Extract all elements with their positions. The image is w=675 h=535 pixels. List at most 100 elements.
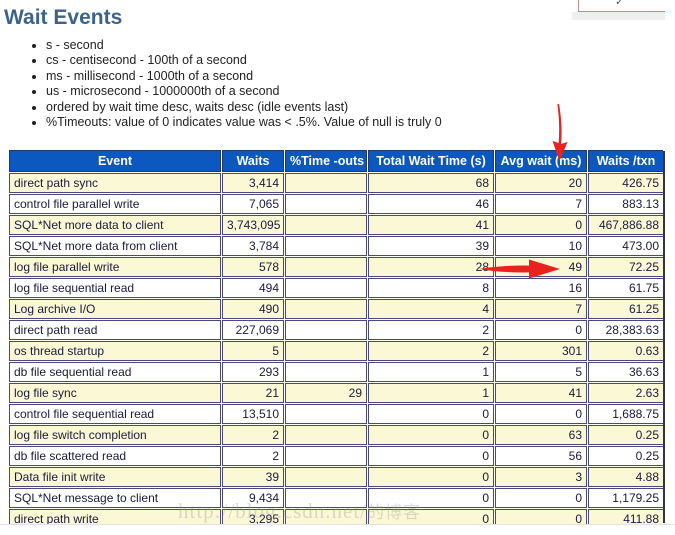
- cell-event: control file parallel write: [9, 194, 221, 214]
- column-header[interactable]: Event: [9, 150, 221, 172]
- cell-event: log file switch completion: [9, 425, 221, 445]
- cell-event: SQL*Net more data from client: [9, 236, 221, 256]
- cell-avg_wait: 0: [495, 320, 587, 340]
- legend-item: cs - centisecond - 100th of a second: [46, 53, 663, 68]
- cell-event: SQL*Net message to client: [9, 488, 221, 508]
- cell-waits_txn: 467,886.88: [588, 215, 663, 235]
- cell-waits: 3,414: [222, 173, 284, 193]
- wait-events-table-container: Event Waits %Time -outs Total Wait Time (s)…: [8, 149, 663, 530]
- cell-timeouts: [285, 236, 367, 256]
- cell-avg_wait: 3: [495, 467, 587, 487]
- cell-waits_txn: 473.00: [588, 236, 663, 256]
- cell-total_wait: 0: [368, 404, 494, 424]
- cell-total_wait: 0: [368, 488, 494, 508]
- cell-event: log file parallel write: [9, 257, 221, 277]
- legend-item: s - second: [46, 38, 663, 53]
- cell-event: log file sequential read: [9, 278, 221, 298]
- cell-total_wait: 68: [368, 173, 494, 193]
- table-header-row: Event Waits %Time -outs Total Wait Time (s)…: [9, 150, 663, 172]
- cell-waits: 494: [222, 278, 284, 298]
- cell-waits_txn: 72.25: [588, 257, 663, 277]
- cell-timeouts: 29: [285, 383, 367, 403]
- table-row: log file switch completion 2 0 63 0.25: [9, 425, 663, 445]
- wait-events-table: Event Waits %Time -outs Total Wait Time (s)…: [8, 149, 663, 530]
- cell-waits_txn: 61.75: [588, 278, 663, 298]
- cell-avg_wait: 49: [495, 257, 587, 277]
- table-row: SQL*Net more data from client 3,784 39 10 47…: [9, 236, 663, 256]
- cell-total_wait: 2: [368, 341, 494, 361]
- cell-timeouts: [285, 215, 367, 235]
- cell-waits_txn: 426.75: [588, 173, 663, 193]
- table-row: SQL*Net more data to client 3,743,095 41 0 4…: [9, 215, 663, 235]
- cell-waits: 39: [222, 467, 284, 487]
- cell-waits: 227,069: [222, 320, 284, 340]
- table-row: control file parallel write 7,065 46 7 883.1…: [9, 194, 663, 214]
- table-row: db file sequential read 293 1 5 36.63: [9, 362, 663, 382]
- cell-timeouts: [285, 341, 367, 361]
- cell-total_wait: 41: [368, 215, 494, 235]
- page-title: Wait Events: [4, 6, 123, 29]
- cell-total_wait: 46: [368, 194, 494, 214]
- cell-event: direct path sync: [9, 173, 221, 193]
- cell-waits_txn: 4.88: [588, 467, 663, 487]
- column-header[interactable]: Waits /txn: [588, 150, 663, 172]
- cell-timeouts: [285, 173, 367, 193]
- cell-waits: 13,510: [222, 404, 284, 424]
- column-header[interactable]: Total Wait Time (s): [368, 150, 494, 172]
- cell-event: db file scattered read: [9, 446, 221, 466]
- cell-timeouts: [285, 467, 367, 487]
- cell-waits: 490: [222, 299, 284, 319]
- cell-avg_wait: 7: [495, 194, 587, 214]
- table-row: direct path read 227,069 2 0 28,383.63: [9, 320, 663, 340]
- cell-total_wait: 1: [368, 362, 494, 382]
- cell-event: direct path read: [9, 320, 221, 340]
- cell-avg_wait: 41: [495, 383, 587, 403]
- column-header[interactable]: Avg wait (ms): [495, 150, 587, 172]
- cell-waits: 578: [222, 257, 284, 277]
- cell-timeouts: [285, 257, 367, 277]
- cell-avg_wait: 7: [495, 299, 587, 319]
- cell-total_wait: 28: [368, 257, 494, 277]
- cell-avg_wait: 0: [495, 488, 587, 508]
- cell-waits: 3,784: [222, 236, 284, 256]
- cell-waits: 2: [222, 446, 284, 466]
- cell-total_wait: 39: [368, 236, 494, 256]
- cell-waits: 5: [222, 341, 284, 361]
- cell-timeouts: [285, 299, 367, 319]
- cell-event: control file sequential read: [9, 404, 221, 424]
- table-row: Log archive I/O 490 4 7 61.25: [9, 299, 663, 319]
- legend-item: %Timeouts: value of 0 indicates value wa…: [46, 115, 663, 130]
- cell-avg_wait: 20: [495, 173, 587, 193]
- cell-waits_txn: 2.63: [588, 383, 663, 403]
- cell-waits: 9,434: [222, 488, 284, 508]
- cell-total_wait: 0: [368, 467, 494, 487]
- cell-event: os thread startup: [9, 341, 221, 361]
- legend-list: s - secondcs - centisecond - 100th of a …: [0, 38, 663, 130]
- column-header[interactable]: Waits: [222, 150, 284, 172]
- table-row: log file sync 21 29 1 41 2.63: [9, 383, 663, 403]
- cell-event: db file sequential read: [9, 362, 221, 382]
- cell-timeouts: [285, 425, 367, 445]
- report-page: Wait Events s - secondcs - centisecond -…: [0, 0, 663, 534]
- table-row: SQL*Net message to client 9,434 0 0 1,179.25: [9, 488, 663, 508]
- cell-avg_wait: 16: [495, 278, 587, 298]
- table-row: log file parallel write 578 28 49 72.25: [9, 257, 663, 277]
- column-header[interactable]: %Time -outs: [285, 150, 367, 172]
- cell-total_wait: 2: [368, 320, 494, 340]
- cell-waits_txn: 0.25: [588, 425, 663, 445]
- cell-total_wait: 8: [368, 278, 494, 298]
- cell-avg_wait: 63: [495, 425, 587, 445]
- cell-timeouts: [285, 446, 367, 466]
- cell-waits_txn: 0.25: [588, 446, 663, 466]
- cell-total_wait: 0: [368, 446, 494, 466]
- cell-avg_wait: 5: [495, 362, 587, 382]
- cell-total_wait: 1: [368, 383, 494, 403]
- table-row: db file scattered read 2 0 56 0.25: [9, 446, 663, 466]
- cell-event: log file sync: [9, 383, 221, 403]
- table-body: direct path sync 3,414 68 20 426.75 control f…: [9, 173, 663, 529]
- cell-event: SQL*Net more data to client: [9, 215, 221, 235]
- cell-total_wait: 0: [368, 425, 494, 445]
- cell-waits: 7,065: [222, 194, 284, 214]
- cell-timeouts: [285, 488, 367, 508]
- cell-timeouts: [285, 404, 367, 424]
